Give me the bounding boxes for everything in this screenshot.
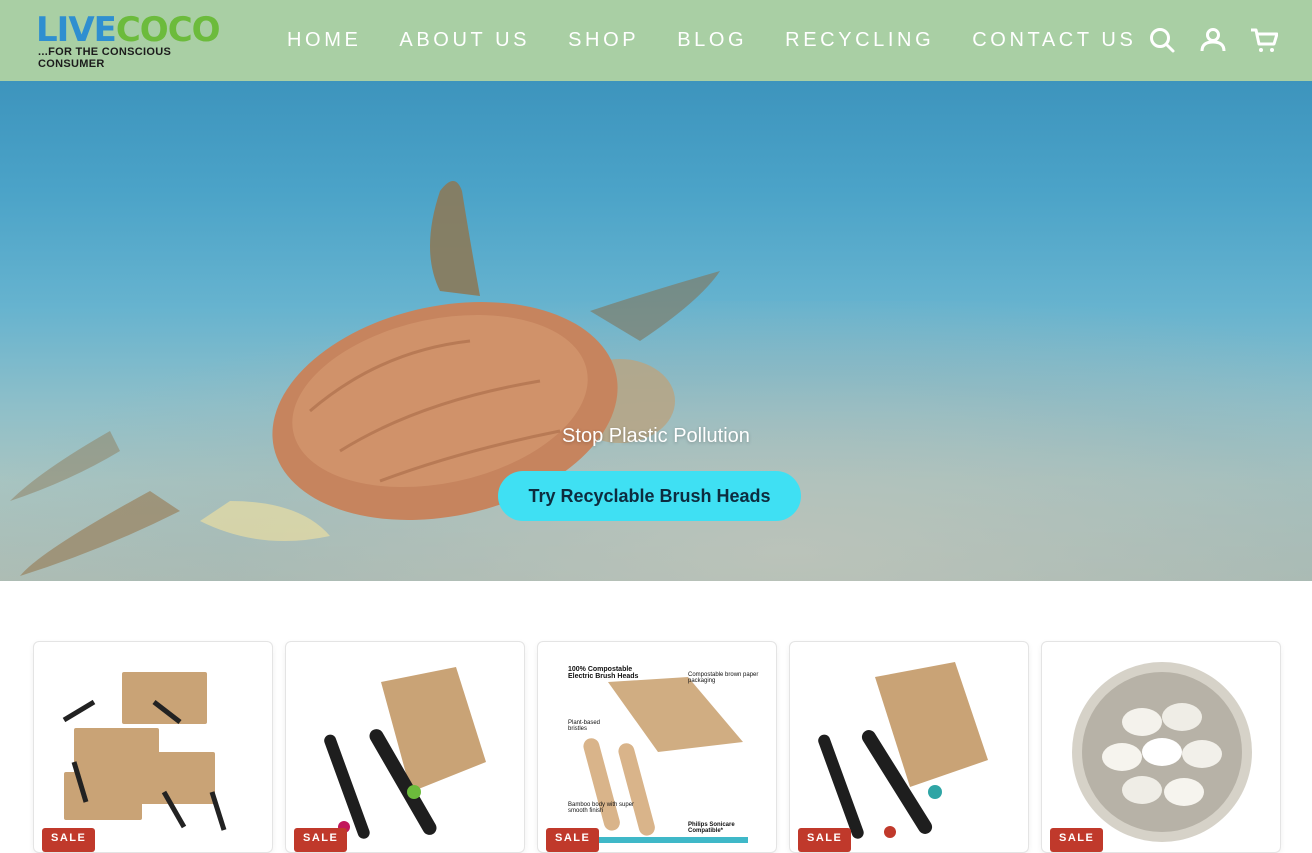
try-recyclable-brush-heads-button[interactable]: Try Recyclable Brush Heads — [498, 471, 801, 521]
product-image — [818, 662, 988, 839]
product-card[interactable]: SALE — [33, 641, 273, 853]
hero-headline: Stop Plastic Pollution — [562, 425, 750, 447]
product-image — [1072, 662, 1252, 842]
sale-badge: SALE — [546, 828, 600, 852]
site-header: LIVECOCO ...FOR THE CONSCIOUS CONSUMER H… — [0, 0, 1312, 81]
image-caption-compatible: Philips Sonicare Compatible* — [688, 822, 735, 834]
nav-home[interactable]: HOME — [287, 27, 361, 53]
image-caption-bristles: Plant-based bristles — [568, 720, 601, 732]
sale-badge: SALE — [1050, 828, 1104, 852]
sale-badge: SALE — [42, 828, 96, 852]
logo-word-live: LIVE — [36, 10, 117, 50]
image-caption-packaging: Compostable brown paper packaging — [688, 672, 759, 684]
account-icon[interactable] — [1199, 26, 1227, 54]
product-card[interactable]: SALE — [1041, 641, 1281, 853]
logo-tagline: ...FOR THE CONSCIOUS CONSUMER — [38, 46, 172, 70]
sale-badge: SALE — [294, 828, 348, 852]
image-caption-bamboo: Bamboo body with super smooth finish — [568, 802, 635, 814]
sale-badge: SALE — [798, 828, 852, 852]
nav-recycling[interactable]: RECYCLING — [785, 27, 934, 53]
image-caption-compostable: 100% Compostable Electric Brush Heads — [568, 666, 639, 680]
main-nav: HOME ABOUT US SHOP BLOG RECYCLING CONTAC… — [287, 27, 1174, 53]
logo-wordmark: LIVECOCO — [36, 10, 221, 50]
nav-about-us[interactable]: ABOUT US — [399, 27, 530, 53]
product-image — [324, 667, 486, 839]
product-card[interactable]: 100% Compostable Electric Brush Heads Co… — [537, 641, 777, 853]
nav-shop[interactable]: SHOP — [568, 27, 639, 53]
nav-contact-us[interactable]: CONTACT US — [972, 27, 1136, 53]
hero-banner: Stop Plastic Pollution Try Recyclable Br… — [0, 81, 1312, 581]
product-card[interactable]: SALE — [789, 641, 1029, 853]
livecoco-logo[interactable]: LIVECOCO ...FOR THE CONSCIOUS CONSUMER — [36, 10, 241, 70]
search-icon[interactable] — [1148, 26, 1176, 54]
product-card[interactable]: SALE — [285, 641, 525, 853]
cart-icon[interactable] — [1250, 26, 1279, 54]
logo-word-coco: COCO — [115, 10, 221, 50]
nav-blog[interactable]: BLOG — [677, 27, 747, 53]
product-image — [62, 672, 227, 831]
